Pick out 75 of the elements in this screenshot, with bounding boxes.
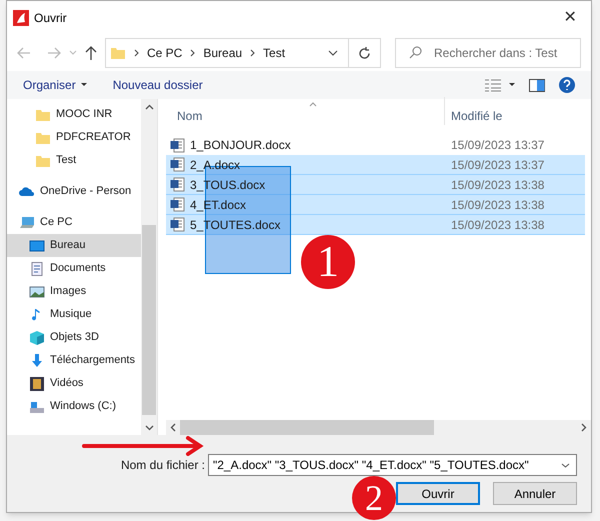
word-document-icon [170, 138, 185, 152]
modified-date: 15/09/2023 13:37 [450, 137, 544, 154]
folder-icon [110, 46, 126, 60]
modified-date: 15/09/2023 13:38 [450, 216, 544, 234]
sidebar-item[interactable]: Bureau [7, 234, 141, 257]
organize-menu-button[interactable]: Organiser [23, 76, 87, 94]
window-title: Ouvrir [34, 10, 67, 27]
sidebar-item[interactable]: Téléchargements [7, 349, 141, 372]
modified-date: 15/09/2023 13:37 [450, 156, 544, 174]
sort-caret-icon [309, 102, 317, 107]
sidebar-item[interactable]: Musique [7, 303, 141, 326]
new-folder-button[interactable]: Nouveau dossier [112, 76, 203, 94]
folder-icon [35, 130, 51, 144]
document-icon [29, 262, 45, 276]
drive-icon [29, 400, 45, 414]
up-arrow-icon[interactable] [85, 46, 97, 60]
column-header[interactable]: Modifié le [444, 97, 502, 125]
file-name: 1_BONJOUR.docx [190, 137, 291, 154]
dialog-button[interactable]: Annuler [493, 482, 577, 505]
film-icon [29, 376, 45, 390]
refresh-icon[interactable] [358, 46, 371, 60]
breadcrumb-item[interactable]: Ce PC [147, 44, 182, 62]
sidebar-item[interactable]: OneDrive - Person [7, 180, 141, 203]
chevron-down-icon[interactable] [144, 425, 154, 431]
chevron-up-icon[interactable] [144, 104, 154, 110]
computer-icon [19, 216, 35, 230]
sidebar-item[interactable]: Vidéos [7, 372, 141, 395]
sidebar-item[interactable]: PDFCREATOR [7, 126, 141, 149]
modified-date: 15/09/2023 13:38 [450, 176, 544, 194]
word-document-icon [170, 197, 185, 212]
search-field[interactable]: Rechercher dans : Test [395, 38, 581, 68]
cloud-icon [19, 184, 35, 198]
column-header[interactable]: Nom [166, 107, 444, 125]
vertical-scrollbar[interactable] [141, 99, 157, 435]
caret-icon [80, 83, 87, 87]
help-icon[interactable] [559, 77, 575, 93]
folder-icon [35, 108, 51, 122]
file-row[interactable]: 1_BONJOUR.docx 15/09/2023 13:37 [166, 135, 585, 155]
chevron-right-icon [134, 49, 139, 57]
search-icon [409, 46, 422, 59]
chevron-down-icon[interactable] [561, 462, 570, 468]
word-document-icon [170, 177, 185, 192]
annotation-badge: 1 [301, 235, 355, 289]
breadcrumb-item[interactable]: Test [263, 44, 286, 62]
caret-icon[interactable] [509, 83, 515, 87]
preview-pane-icon[interactable] [529, 78, 545, 92]
dialog-button[interactable]: Ouvrir [396, 482, 480, 505]
chevron-right-icon [250, 49, 256, 57]
sidebar-item[interactable]: Images [7, 280, 141, 303]
folder-icon [35, 154, 51, 168]
view-list-icon[interactable] [485, 78, 501, 92]
word-document-icon [170, 217, 185, 232]
sidebar-item[interactable]: Test [7, 149, 141, 172]
app-logo-icon [13, 10, 29, 26]
breadcrumb-item[interactable]: Bureau [203, 44, 242, 62]
sidebar-item[interactable]: Windows (C:) [7, 395, 141, 418]
word-document-icon [170, 157, 185, 172]
sidebar-item[interactable]: Ce PC [7, 211, 141, 234]
cube-icon [29, 330, 45, 344]
filename-label: Nom du fichier : [120, 457, 205, 474]
down-arrow-icon [29, 354, 45, 368]
sidebar-item[interactable]: MOOC INR [7, 103, 141, 126]
picture-icon [29, 284, 45, 298]
chevron-left-icon[interactable] [170, 423, 176, 432]
sidebar-item[interactable]: Documents [7, 257, 141, 280]
modified-date: 15/09/2023 13:38 [450, 196, 544, 214]
filename-field[interactable]: "2_A.docx" "3_TOUS.docx" "4_ET.docx" "5_TOUTES.docx" [208, 454, 577, 476]
horizontal-scrollbar[interactable] [166, 420, 591, 435]
sidebar-item[interactable]: Objets 3D [7, 326, 141, 349]
chevron-right-icon [190, 49, 196, 57]
address-bar[interactable]: Ce PC Bureau Test [105, 38, 381, 68]
close-button[interactable]: ✕ [555, 5, 585, 31]
desktop-icon [29, 238, 45, 252]
chevron-down-icon[interactable] [328, 50, 338, 56]
chevron-right-icon[interactable] [581, 423, 587, 432]
